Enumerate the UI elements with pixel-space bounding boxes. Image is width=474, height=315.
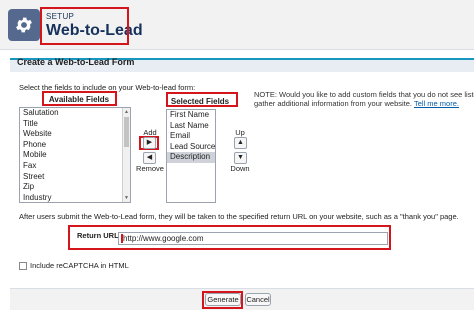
list-option[interactable]: Description: [167, 152, 215, 163]
list-option[interactable]: Phone: [20, 140, 130, 151]
list-option[interactable]: First Name: [167, 110, 215, 121]
note-line-2-text: gather additional information from your …: [254, 99, 412, 108]
text-cursor: [121, 234, 123, 243]
list-option[interactable]: Street: [20, 172, 130, 183]
list-option[interactable]: Industry: [20, 193, 130, 202]
return-url-input[interactable]: [118, 232, 388, 245]
remove-label: Remove: [136, 164, 164, 173]
list-option[interactable]: Mobile: [20, 150, 130, 161]
list-option[interactable]: Salutation: [20, 108, 130, 119]
cancel-button[interactable]: Cancel: [245, 293, 271, 306]
list-option[interactable]: Last Name: [167, 121, 215, 132]
list-option[interactable]: Email: [167, 131, 215, 142]
list-option[interactable]: Title: [20, 119, 130, 130]
move-up-button[interactable]: ▲: [234, 137, 247, 149]
selected-fields-list[interactable]: First Name Last Name Email Lead Source Descr…: [166, 109, 216, 203]
remove-field-button[interactable]: ◀: [143, 152, 156, 164]
available-fields-list[interactable]: Salutation Title Website Phone Mobile Fax Stre…: [19, 107, 131, 203]
list-option[interactable]: Lead Source: [167, 142, 215, 153]
return-url-description: After users submit the Web-to-Lead form,…: [19, 212, 459, 221]
return-url-label: Return URL: [77, 231, 119, 240]
recaptcha-label: Include reCAPTCHA in HTML: [30, 261, 129, 270]
custom-fields-note: NOTE: Would you like to add custom field…: [254, 90, 474, 108]
section-title: Create a Web-to-Lead Form: [17, 57, 135, 67]
up-label: Up: [235, 128, 245, 137]
move-down-button[interactable]: ▼: [234, 152, 247, 164]
list-option[interactable]: Website: [20, 129, 130, 140]
scroll-down-icon[interactable]: ▼: [124, 195, 129, 201]
available-fields-scrollbar[interactable]: ▲ ▼: [122, 108, 130, 202]
scroll-up-icon[interactable]: ▲: [124, 109, 129, 115]
note-line-1: NOTE: Would you like to add custom field…: [254, 90, 474, 99]
title-highlight: [40, 7, 129, 45]
generate-button[interactable]: Generate: [205, 293, 241, 306]
note-line-2: gather additional information from your …: [254, 99, 474, 108]
recaptcha-checkbox[interactable]: [19, 262, 27, 270]
down-label: Down: [230, 164, 250, 173]
tell-me-more-link[interactable]: Tell me more.: [414, 99, 459, 108]
available-fields-highlight: [42, 91, 117, 106]
gear-icon: [8, 9, 40, 41]
add-field-button[interactable]: ▶: [143, 137, 156, 149]
scroll-thumb[interactable]: [124, 117, 129, 147]
selected-fields-highlight: [166, 92, 238, 107]
list-option[interactable]: Fax: [20, 161, 130, 172]
list-option[interactable]: Zip: [20, 182, 130, 193]
